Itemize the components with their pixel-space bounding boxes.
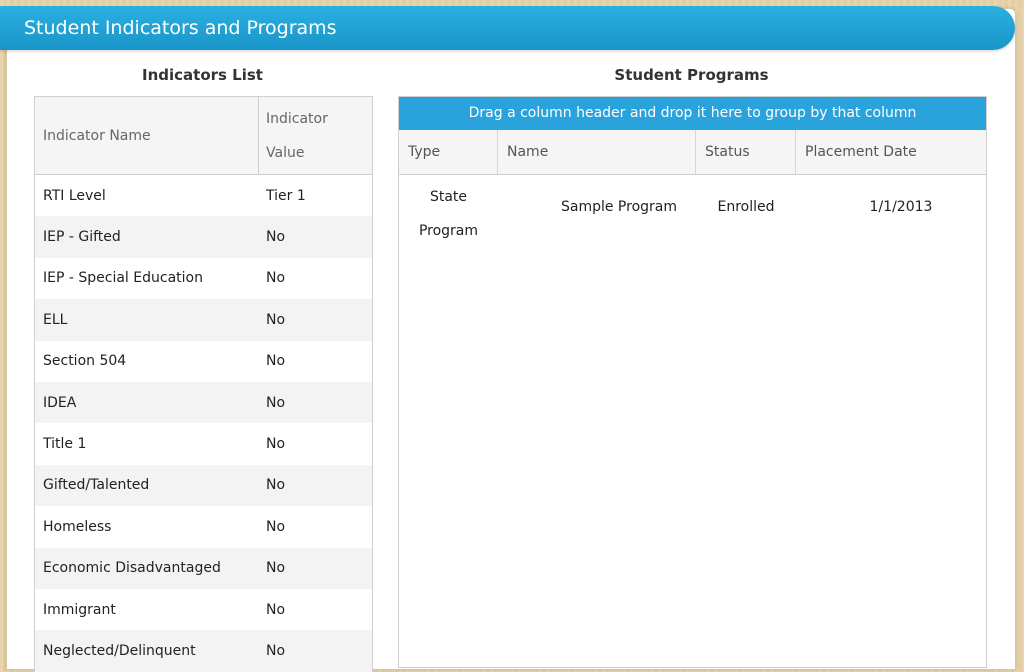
indicator-value: No <box>266 601 286 618</box>
table-row[interactable]: Title 1 No <box>35 423 372 464</box>
indicator-name: IEP - Special Education <box>43 270 203 287</box>
table-row[interactable]: IDEA No <box>35 381 372 424</box>
table-row[interactable]: RTI Level Tier 1 <box>35 175 372 216</box>
indicator-name: ELL <box>43 311 68 328</box>
table-row[interactable]: ELL No <box>35 299 372 341</box>
indicator-name: RTI Level <box>43 187 106 204</box>
indicator-name: Gifted/Talented <box>43 477 150 494</box>
indicators-title: Indicators List <box>142 66 263 84</box>
program-type: State Program <box>399 178 498 248</box>
indicator-name: Economic Disadvantaged <box>43 560 221 577</box>
col-status[interactable]: Status <box>696 130 796 174</box>
indicator-value: Tier 1 <box>266 187 306 204</box>
indicator-name: IDEA <box>43 394 77 411</box>
indicator-name: Title 1 <box>43 436 87 453</box>
indicator-name: Immigrant <box>43 601 116 618</box>
programs-title: Student Programs <box>614 66 769 84</box>
table-row[interactable]: IEP - Gifted No <box>35 216 372 258</box>
indicator-value: No <box>266 270 286 287</box>
program-status: Enrolled <box>717 198 775 215</box>
indicators-table: Indicator Name Indicator Value RTI Level… <box>34 96 373 672</box>
program-name: Sample Program <box>560 198 677 215</box>
indicator-value: No <box>266 229 286 246</box>
indicator-value: No <box>266 560 286 577</box>
indicator-value: No <box>266 353 286 370</box>
indicator-name: Section 504 <box>43 353 127 370</box>
col-indicator-value[interactable]: Indicator Value <box>259 97 372 174</box>
programs-header: Type Name Status Placement Date <box>399 130 986 175</box>
table-row[interactable]: Homeless No <box>35 506 372 547</box>
program-date: 1/1/2013 <box>869 198 933 215</box>
table-row[interactable]: IEP - Special Education No <box>35 258 372 299</box>
table-row[interactable]: Economic Disadvantaged No <box>35 547 372 589</box>
indicator-value: No <box>266 311 286 328</box>
indicator-value: No <box>266 477 286 494</box>
table-row[interactable]: Section 504 No <box>35 341 372 382</box>
col-name[interactable]: Name <box>498 130 696 174</box>
indicator-value: No <box>266 642 286 659</box>
table-row[interactable]: Neglected/Delinquent No <box>35 630 372 672</box>
col-indicator-value-line2: Value <box>266 145 305 161</box>
indicator-value: No <box>266 436 286 453</box>
indicator-name: IEP - Gifted <box>43 229 121 246</box>
program-type-line2: Program <box>418 223 479 239</box>
indicator-value: No <box>266 518 286 535</box>
table-row[interactable]: Gifted/Talented No <box>35 464 372 507</box>
indicators-header: Indicator Name Indicator Value <box>35 97 372 175</box>
col-indicator-value-line1: Indicator <box>266 111 328 127</box>
col-indicator-name[interactable]: Indicator Name <box>35 97 259 174</box>
indicator-value: No <box>266 394 286 411</box>
table-row[interactable]: State Program Sample Program Enrolled 1/… <box>399 175 986 251</box>
programs-grid: Drag a column header and drop it here to… <box>398 96 987 668</box>
indicator-name: Neglected/Delinquent <box>43 642 196 659</box>
program-type-line1: State <box>429 189 468 205</box>
indicator-name: Homeless <box>43 518 112 535</box>
indicators-rows: RTI Level Tier 1 IEP - Gifted No IEP - Speci… <box>35 175 372 672</box>
col-type[interactable]: Type <box>399 130 498 174</box>
group-drop-area[interactable]: Drag a column header and drop it here to… <box>399 97 986 130</box>
col-placement-date[interactable]: Placement Date <box>796 130 986 174</box>
table-row[interactable]: Immigrant No <box>35 589 372 630</box>
page-title: Student Indicators and Programs <box>0 6 1015 50</box>
